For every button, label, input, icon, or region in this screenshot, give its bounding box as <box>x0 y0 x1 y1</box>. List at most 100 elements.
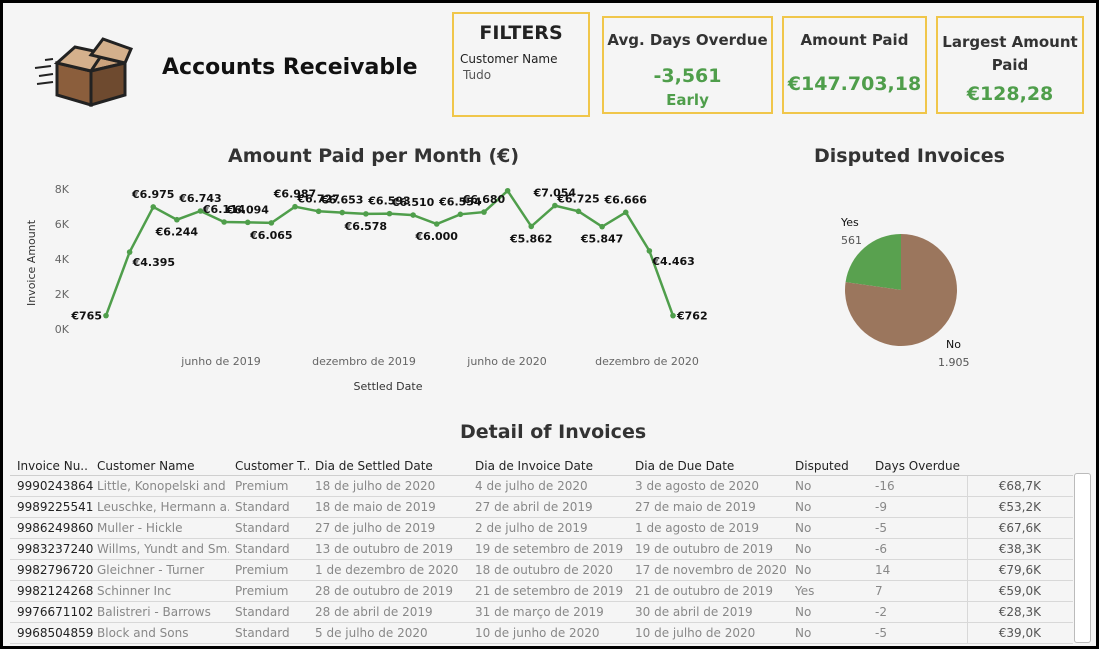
data-label: €6.975 <box>131 188 174 201</box>
data-label: €5.862 <box>509 232 552 245</box>
table-cell: 10 de julho de 2020 <box>635 626 756 640</box>
data-label: €6.666 <box>604 193 648 206</box>
column-header[interactable]: Days Overdue <box>875 459 965 473</box>
pie-label: No <box>946 338 961 351</box>
data-label: €6.680 <box>462 193 506 206</box>
table-row[interactable]: 9983237240 Willms, Yundt and Sm.. Standard… <box>10 539 1073 560</box>
table-title: Detail of Invoices <box>460 421 647 443</box>
data-label: €6.065 <box>249 229 292 242</box>
table-cell: 28 de outubro de 2019 <box>315 584 453 598</box>
data-point[interactable] <box>268 220 275 226</box>
table-cell: 1 de dezembro de 2020 <box>315 563 459 577</box>
kpi-amount-paid: Amount Paid €147.703,18 <box>782 16 927 114</box>
amount-paid-line-chart: 0K 2K 4K 6K 8K junho de 2019 dezembro de 2019 j… <box>25 183 708 393</box>
data-point[interactable] <box>150 204 157 210</box>
table-row[interactable]: 9976671102 Balistreri - Barrows Standard 28… <box>10 602 1073 623</box>
table-scrollbar[interactable] <box>1074 473 1091 643</box>
table-cell: 5 de julho de 2020 <box>315 626 428 640</box>
data-point[interactable] <box>339 209 346 216</box>
table-cell: €79,6K <box>998 563 1041 577</box>
data-point[interactable] <box>244 219 251 226</box>
column-header[interactable]: Disputed <box>795 459 870 473</box>
table-cell: Premium <box>235 563 289 577</box>
table-cell: 18 de outubro de 2020 <box>475 563 613 577</box>
data-point[interactable] <box>575 208 582 215</box>
table-cell: Little, Konopelski and .. <box>97 479 229 493</box>
data-point[interactable] <box>126 249 133 255</box>
data-point[interactable] <box>410 212 416 218</box>
table-cell: Standard <box>235 521 290 535</box>
table-cell: 9982796720 <box>17 563 93 577</box>
data-point[interactable] <box>103 312 109 319</box>
table-cell: Standard <box>235 542 290 556</box>
table-cell: No <box>795 605 812 619</box>
pie-value: 561 <box>841 234 862 247</box>
column-header[interactable]: Dia de Due Date <box>635 459 790 473</box>
data-point[interactable] <box>386 210 393 217</box>
column-header[interactable]: Dia de Settled Date <box>315 459 470 473</box>
kpi-largest-amount-paid: Largest Amount Paid €128,28 <box>936 16 1084 114</box>
table-cell: €38,3K <box>998 542 1041 556</box>
table-row[interactable]: 9982796720 Gleichner - Turner Premium 1 de … <box>10 560 1073 581</box>
y-axis-label: Invoice Amount <box>25 219 38 306</box>
pie-chart-title: Disputed Invoices <box>814 145 1005 167</box>
line-chart-title: Amount Paid per Month (€) <box>228 145 520 167</box>
table-row[interactable]: 9986249860 Muller - Hickle Standard 27 de j… <box>10 518 1073 539</box>
pie-label: Yes <box>840 216 859 229</box>
column-header[interactable]: Invoice Nu.. <box>17 459 93 473</box>
table-cell: 13 de outubro de 2019 <box>315 542 453 556</box>
table-row[interactable]: 9989225541 Leuschke, Hermann a.. Standard 1… <box>10 497 1073 518</box>
data-label: €6.000 <box>415 230 459 243</box>
data-point[interactable] <box>504 187 511 194</box>
customer-name-filter-dropdown[interactable]: Tudo <box>463 68 588 82</box>
table-cell: 31 de março de 2019 <box>475 605 604 619</box>
table-cell: Standard <box>235 626 290 640</box>
table-cell: €28,3K <box>998 605 1041 619</box>
data-point[interactable] <box>174 216 180 223</box>
table-cell: 3 de agosto de 2020 <box>635 479 760 493</box>
table-cell: Balistreri - Barrows <box>97 605 211 619</box>
table-cell: No <box>795 626 812 640</box>
data-point[interactable] <box>315 208 322 215</box>
disputed-invoices-pie-chart: Yes 561 No 1.905 <box>840 216 970 369</box>
table-cell: -6 <box>875 542 887 556</box>
table-cell: 7 <box>875 584 883 598</box>
table-cell: 27 de julho de 2019 <box>315 521 436 535</box>
data-point[interactable] <box>528 223 535 230</box>
table-cell: 9983237240 <box>17 542 93 556</box>
table-row[interactable]: 9982124268 Schinner Inc Premium 28 de outub… <box>10 581 1073 602</box>
kpi-value: €147.703,18 <box>787 73 922 95</box>
data-point[interactable] <box>646 248 653 254</box>
data-point[interactable] <box>363 211 369 217</box>
data-label: €4.395 <box>132 256 175 269</box>
table-cell: Leuschke, Hermann a.. <box>97 500 229 514</box>
table-header: Invoice Nu.. Customer Name Customer T.. Dia… <box>10 457 1073 476</box>
invoices-table: Invoice Nu.. Customer Name Customer T.. Dia… <box>10 457 1073 644</box>
data-point[interactable] <box>457 211 464 218</box>
table-cell: Willms, Yundt and Sm.. <box>97 542 229 556</box>
column-header[interactable]: Customer Name <box>97 459 229 473</box>
table-cell: 27 de abril de 2019 <box>475 500 593 514</box>
data-label: €6.653 <box>320 194 363 207</box>
pie-value: 1.905 <box>938 356 970 369</box>
table-row[interactable]: 9968504859 Block and Sons Standard 5 de jul… <box>10 623 1073 644</box>
data-point[interactable] <box>221 219 227 225</box>
filters-heading: FILTERS <box>479 22 563 44</box>
column-header[interactable]: Customer T.. <box>235 459 309 473</box>
kpi-value: -3,561 <box>653 65 722 87</box>
data-point[interactable] <box>599 223 605 230</box>
data-point[interactable] <box>622 209 629 216</box>
dashboard: Accounts Receivable FILTERS Customer Nam… <box>3 3 1096 646</box>
y-tick-label: 8K <box>55 183 70 196</box>
table-row[interactable]: 9990243864 Little, Konopelski and .. Premi… <box>10 476 1073 497</box>
column-header[interactable]: Dia de Invoice Date <box>475 459 630 473</box>
kpi-subtext: Early <box>666 91 709 109</box>
data-point[interactable] <box>670 312 676 319</box>
table-cell: -2 <box>875 605 887 619</box>
data-point[interactable] <box>433 221 440 227</box>
table-cell: 18 de julho de 2020 <box>315 479 436 493</box>
table-cell: 9989225541 <box>17 500 93 514</box>
data-point[interactable] <box>481 209 487 215</box>
data-label: €6.244 <box>155 226 199 239</box>
table-cell: 9986249860 <box>17 521 93 535</box>
